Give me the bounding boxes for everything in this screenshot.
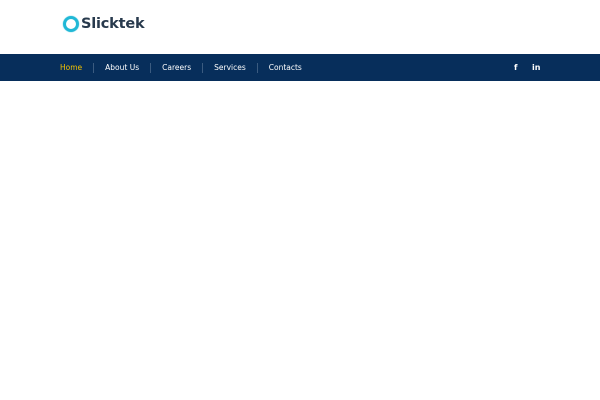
nav-link-services[interactable]: Services [203,63,257,72]
facebook-link[interactable]: f [514,54,517,81]
main-content [0,81,600,400]
linkedin-icon: in [532,62,541,72]
nav-list: Home About Us Careers Services Contacts [49,54,313,81]
nav-link-contacts[interactable]: Contacts [258,63,313,72]
site-logo[interactable]: Slicktek [63,14,145,34]
nav-item-contacts: Contacts [258,54,313,81]
facebook-icon: f [514,62,518,72]
main-navigation: Home About Us Careers Services Contacts … [0,54,600,81]
nav-link-about-us[interactable]: About Us [94,63,150,72]
header: Slicktek [0,0,600,54]
logo-ring-icon [63,16,79,32]
nav-item-about-us: About Us [94,54,150,81]
nav-item-services: Services [203,54,257,81]
nav-link-careers[interactable]: Careers [151,63,202,72]
page: Slicktek Home About Us Careers Services … [0,0,600,400]
nav-item-home: Home [49,54,93,81]
linkedin-link[interactable]: in [532,54,540,81]
nav-link-home[interactable]: Home [49,63,93,72]
logo-text: Slicktek [81,16,145,32]
nav-item-careers: Careers [151,54,202,81]
